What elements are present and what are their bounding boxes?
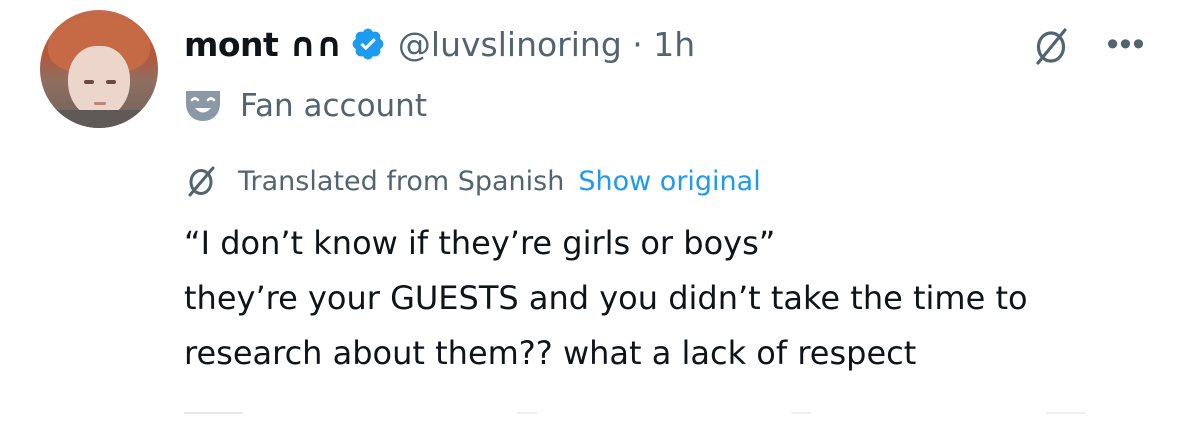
theater-mask-icon [186, 91, 220, 121]
show-original-link[interactable]: Show original [578, 166, 760, 197]
tweet-text-line: they’re your GUESTS and you didn’t take … [184, 279, 1028, 317]
translate-icon[interactable] [1030, 24, 1074, 68]
tweet-header: mont ∩∩ @luvslinoring · 1h [184, 16, 695, 72]
verified-badge-icon[interactable] [350, 26, 386, 62]
display-name[interactable]: mont ∩∩ [184, 25, 342, 64]
translated-from-text: Translated from Spanish [238, 165, 565, 197]
tweet-text-line: “I don’t know if they’re girls or boys” [184, 224, 776, 262]
translation-note: Translated from Spanish Show original [184, 163, 761, 199]
handle-text[interactable]: @luvslinoring [398, 25, 622, 64]
handle[interactable]: @luvslinoring · 1h [398, 25, 695, 64]
avatar-shoulders [40, 110, 158, 128]
avatar[interactable] [40, 10, 158, 128]
account-label-text: Fan account [240, 88, 427, 124]
timestamp[interactable]: 1h [653, 25, 695, 64]
tweet: mont ∩∩ @luvslinoring · 1h ••• Fan accou… [0, 0, 1200, 423]
avatar-mouth [94, 102, 106, 105]
more-icon[interactable]: ••• [1102, 25, 1150, 63]
action-bar-edge [184, 412, 1164, 414]
translate-small-icon [188, 166, 215, 197]
separator-dot: · [632, 24, 643, 64]
tweet-text: “I don’t know if they’re girls or boys” … [184, 216, 1184, 381]
account-label: Fan account [184, 88, 427, 124]
avatar-face [68, 46, 130, 118]
tweet-text-line: research about them?? what a lack of res… [184, 334, 917, 372]
avatar-eye-left [84, 80, 94, 84]
avatar-eye-right [106, 80, 116, 84]
